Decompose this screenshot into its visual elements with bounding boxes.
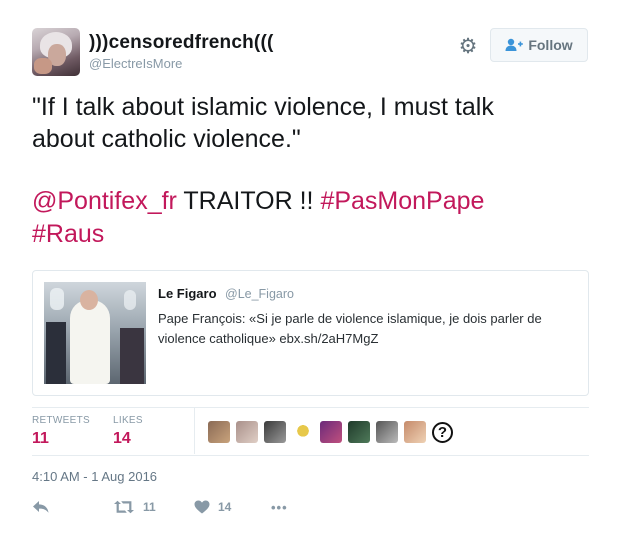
liker-avatar[interactable] xyxy=(404,421,426,443)
more-icon: ••• xyxy=(271,500,288,515)
heart-icon xyxy=(194,500,210,514)
quoted-tweet-image[interactable] xyxy=(44,282,146,384)
add-user-icon xyxy=(505,38,524,51)
retweet-icon xyxy=(114,500,134,514)
retweets-label[interactable]: RETWEETS xyxy=(32,415,90,426)
plane-window xyxy=(50,288,64,310)
tweet-plain-text: TRAITOR !! xyxy=(176,187,321,215)
quoted-author-handle[interactable]: @Le_Figaro xyxy=(225,287,294,301)
more-likers-icon[interactable]: ? xyxy=(432,421,453,443)
figure-head xyxy=(80,290,98,310)
tweet-text-line-4: #Raus xyxy=(32,218,104,250)
author-avatar[interactable] xyxy=(32,28,80,76)
tweet-text-line-2: about catholic violence." xyxy=(32,125,301,153)
likes-count[interactable]: 14 xyxy=(113,430,131,448)
reply-icon xyxy=(33,501,49,513)
like-button[interactable]: 14 xyxy=(194,500,231,514)
figure-right xyxy=(120,328,144,384)
quoted-author-name[interactable]: Le Figaro xyxy=(158,286,217,301)
quoted-tweet-text: Pape François: «Si je parle de violence … xyxy=(158,311,542,346)
divider xyxy=(32,407,589,408)
liker-avatar[interactable] xyxy=(236,421,258,443)
author-display-name[interactable]: )))censoredfrench((( xyxy=(89,32,274,54)
follow-button[interactable]: Follow xyxy=(490,28,588,62)
more-button[interactable]: ••• xyxy=(271,500,288,515)
hashtag-link[interactable]: #Raus xyxy=(32,220,104,248)
plane-window xyxy=(124,290,136,310)
hashtag-link[interactable]: #PasMonPape xyxy=(320,187,484,215)
divider xyxy=(32,455,589,456)
figure-center xyxy=(70,300,110,384)
liker-avatar[interactable] xyxy=(292,421,314,443)
liker-avatar[interactable] xyxy=(208,421,230,443)
figure-left xyxy=(46,322,66,384)
divider xyxy=(194,408,195,454)
retweet-button[interactable]: 11 xyxy=(113,500,156,514)
liker-avatar[interactable] xyxy=(348,421,370,443)
tweet-timestamp[interactable]: 4:10 AM - 1 Aug 2016 xyxy=(32,469,157,484)
liker-avatar[interactable] xyxy=(320,421,342,443)
retweet-count: 11 xyxy=(143,500,156,514)
author-username[interactable]: @ElectreIsMore xyxy=(89,56,182,71)
follow-label: Follow xyxy=(528,37,573,53)
likers-avatars: ? xyxy=(208,421,453,443)
mention-link[interactable]: @Pontifex_fr xyxy=(32,187,177,215)
likes-label[interactable]: LIKES xyxy=(113,415,143,426)
retweets-count[interactable]: 11 xyxy=(32,430,49,448)
liker-avatar[interactable] xyxy=(376,421,398,443)
tweet-text-line-1: "If I talk about islamic violence, I mus… xyxy=(32,93,494,121)
reply-button[interactable] xyxy=(32,500,50,514)
gear-icon[interactable]: ⚙ xyxy=(457,36,479,58)
tweet-text-line-3: @Pontifex_fr TRAITOR !! #PasMonPape xyxy=(32,185,484,217)
avatar-hand xyxy=(34,58,52,74)
like-count: 14 xyxy=(218,500,232,514)
liker-avatar[interactable] xyxy=(264,421,286,443)
